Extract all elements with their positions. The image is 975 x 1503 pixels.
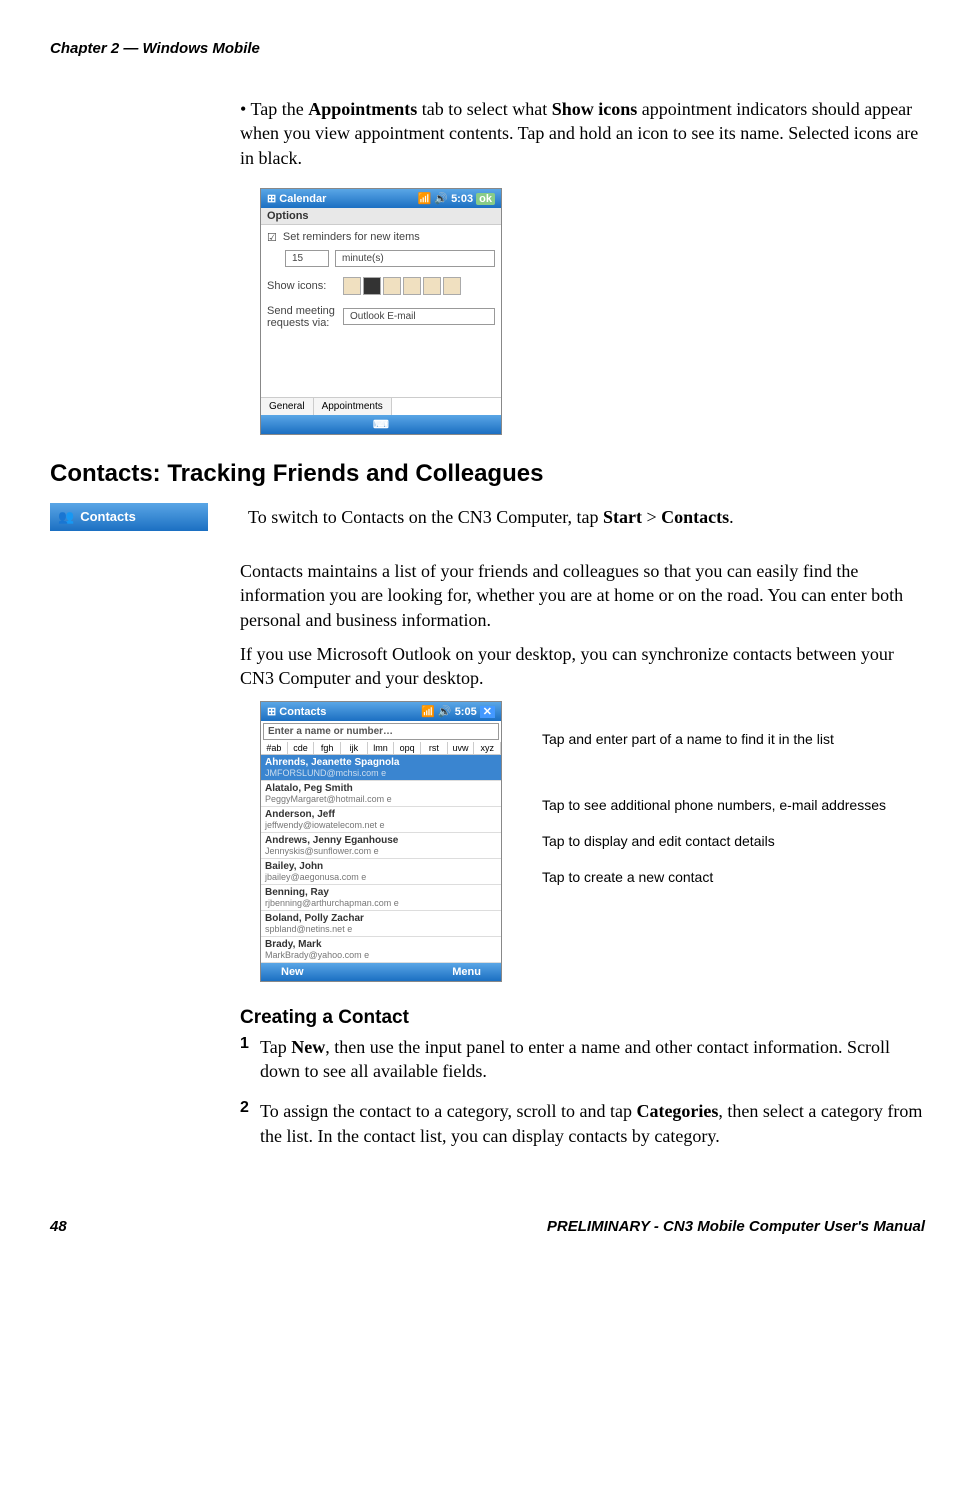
list-item: Bailey, Johnjbailey@aegonusa.com e bbox=[261, 859, 501, 885]
volume-icon: 🔊 bbox=[434, 193, 448, 205]
close-icon: ✕ bbox=[480, 706, 495, 718]
menu-softkey: Menu bbox=[452, 966, 481, 978]
icon-choices bbox=[343, 277, 461, 295]
keyboard-icon: ⌨ bbox=[373, 418, 389, 431]
signal-icon: 📶 bbox=[421, 706, 435, 718]
calendar-options-screenshot: ⊞ Calendar 📶 🔊 5:03 ok Options ☑ Set rem… bbox=[260, 188, 925, 435]
contacts-description: Contacts maintains a list of your friend… bbox=[240, 559, 925, 632]
contacts-icon: 👥 bbox=[58, 509, 74, 525]
chapter-label: Chapter 2 — Windows Mobile bbox=[50, 40, 260, 57]
list-item: Brady, MarkMarkBrady@yahoo.com e bbox=[261, 937, 501, 963]
list-item: Boland, Polly Zacharspbland@netins.net e bbox=[261, 911, 501, 937]
annot-new: Tap to create a new contact bbox=[542, 869, 886, 885]
contacts-list-screenshot: ⊞ Contacts 📶 🔊 5:05 ✕ Enter a name or nu… bbox=[260, 701, 502, 982]
section-heading: Contacts: Tracking Friends and Colleague… bbox=[50, 460, 925, 488]
list-item: Anderson, Jeffjeffwendy@iowatelecom.net … bbox=[261, 807, 501, 833]
filter-tabs: #abcdefghijklmnopqrstuvwxyz bbox=[261, 742, 501, 755]
annot-additional: Tap to see additional phone numbers, e-m… bbox=[542, 797, 886, 813]
page-number: 48 bbox=[50, 1218, 67, 1235]
list-item: Andrews, Jenny EganhouseJennyskis@sunflo… bbox=[261, 833, 501, 859]
signal-icon: 📶 bbox=[418, 193, 432, 205]
manual-title: PRELIMINARY - CN3 Mobile Computer User's… bbox=[547, 1218, 925, 1235]
annotation-labels: Tap and enter part of a name to find it … bbox=[542, 701, 886, 905]
checkbox-icon: ☑ bbox=[267, 231, 277, 244]
page-header: Chapter 2 — Windows Mobile bbox=[50, 40, 925, 57]
subsection-heading: Creating a Contact bbox=[240, 1007, 925, 1029]
outlook-sync-note: If you use Microsoft Outlook on your des… bbox=[240, 642, 925, 691]
bullet-appointments: • Tap the Appointments tab to select wha… bbox=[240, 97, 925, 180]
annot-search: Tap and enter part of a name to find it … bbox=[542, 731, 886, 747]
search-input: Enter a name or number… bbox=[263, 723, 499, 740]
list-item: Benning, Rayrjbenning@arthurchapman.com … bbox=[261, 885, 501, 911]
contacts-badge: 👥 Contacts bbox=[50, 503, 208, 531]
step-2: 2 To assign the contact to a category, s… bbox=[240, 1099, 925, 1158]
volume-icon: 🔊 bbox=[438, 706, 452, 718]
switch-instruction: To switch to Contacts on the CN3 Compute… bbox=[248, 505, 734, 529]
new-softkey: New bbox=[281, 966, 304, 978]
annot-details: Tap to display and edit contact details bbox=[542, 833, 886, 849]
start-icon: ⊞ bbox=[267, 193, 276, 205]
step-1: 1 Tap New, then use the input panel to e… bbox=[240, 1035, 925, 1094]
page-footer: 48 PRELIMINARY - CN3 Mobile Computer Use… bbox=[50, 1218, 925, 1235]
list-item: Ahrends, Jeanette SpagnolaJMFORSLUND@mch… bbox=[261, 755, 501, 781]
list-item: Alatalo, Peg SmithPeggyMargaret@hotmail.… bbox=[261, 781, 501, 807]
start-icon: ⊞ bbox=[267, 706, 276, 718]
